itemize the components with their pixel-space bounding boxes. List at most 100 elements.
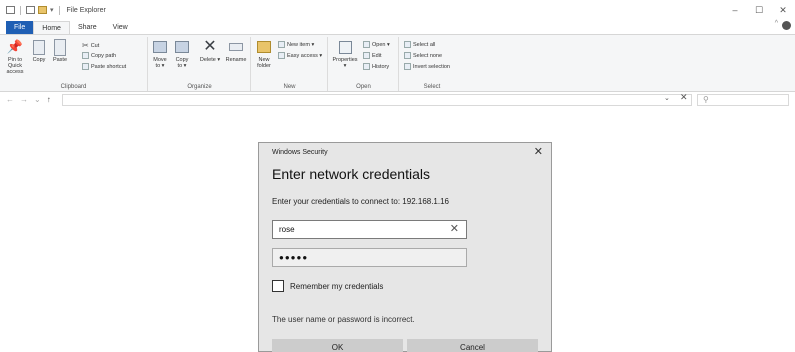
tab-view[interactable]: View xyxy=(105,21,136,34)
delete-x-icon: ✕ xyxy=(203,38,217,55)
properties-quick-icon[interactable] xyxy=(26,6,35,14)
clear-address-icon[interactable]: ✕ xyxy=(680,92,688,103)
select-none-button[interactable]: Select none xyxy=(404,52,442,59)
organize-group-label: Organize xyxy=(187,84,212,90)
new-item-button[interactable]: New item ▾ xyxy=(278,41,314,48)
tab-share[interactable]: Share xyxy=(70,21,105,34)
clear-username-icon[interactable]: ✕ xyxy=(450,222,459,235)
cut-button[interactable]: ✂ Cut xyxy=(82,41,99,50)
divider xyxy=(20,5,21,15)
easy-access-icon xyxy=(278,52,285,59)
password-input[interactable] xyxy=(273,249,466,266)
properties-label: Properties ▾ xyxy=(332,57,358,69)
tab-file[interactable]: File xyxy=(6,21,34,34)
close-window-button[interactable]: ✕ xyxy=(771,0,795,20)
new-folder-button[interactable]: New folder xyxy=(254,39,274,69)
rename-button[interactable]: Rename xyxy=(225,39,247,63)
up-arrow-icon[interactable]: ↑ xyxy=(47,95,51,104)
new-item-label: New item ▾ xyxy=(287,41,315,48)
select-all-label: Select all xyxy=(413,41,436,48)
ribbon: 📌 Pin to Quick access Copy Paste ✂ Cut C… xyxy=(0,34,795,92)
paste-shortcut-icon xyxy=(82,63,89,70)
quick-access-dropdown-icon[interactable]: ▾ xyxy=(50,6,54,14)
invert-selection-button[interactable]: Invert selection xyxy=(404,63,450,70)
history-button[interactable]: History xyxy=(363,63,389,70)
minimize-button[interactable]: – xyxy=(723,0,747,20)
paste-button[interactable]: Paste xyxy=(50,38,70,63)
checkbox-box[interactable] xyxy=(272,280,284,292)
copy-to-icon xyxy=(175,41,189,53)
new-folder-quick-icon[interactable] xyxy=(38,6,47,14)
history-icon xyxy=(363,63,370,70)
move-to-icon xyxy=(153,41,167,53)
rename-label: Rename xyxy=(225,57,247,63)
paste-label: Paste xyxy=(52,57,68,63)
address-row: ← → ⌄ ↑ ⌄ ✕ ⚲ xyxy=(0,92,795,108)
dialog-prompt: Enter your credentials to connect to: 19… xyxy=(272,197,450,206)
tab-home[interactable]: Home xyxy=(33,21,70,34)
invert-selection-label: Invert selection xyxy=(413,63,450,70)
search-box[interactable]: ⚲ xyxy=(697,94,789,106)
select-none-label: Select none xyxy=(413,52,443,59)
open-button[interactable]: Open ▾ xyxy=(363,41,390,48)
select-group: Select all Select none Invert selection … xyxy=(400,37,464,91)
forward-arrow-icon[interactable]: → xyxy=(20,95,28,104)
help-icon[interactable] xyxy=(782,21,791,30)
paste-shortcut-button[interactable]: Paste shortcut xyxy=(82,63,126,70)
copy-path-button[interactable]: Copy path xyxy=(82,52,116,59)
edit-button[interactable]: Edit xyxy=(363,52,381,59)
properties-button[interactable]: Properties ▾ xyxy=(331,39,359,69)
open-group: Properties ▾ Open ▾ Edit History Open xyxy=(329,37,399,91)
ok-button[interactable]: OK xyxy=(272,339,403,352)
rename-icon xyxy=(229,43,243,51)
properties-check-icon xyxy=(338,40,352,54)
divider xyxy=(58,5,60,15)
select-all-button[interactable]: Select all xyxy=(404,41,435,48)
password-field[interactable] xyxy=(272,248,467,267)
easy-access-label: Easy access ▾ xyxy=(287,52,323,59)
clipboard-group-label: Clipboard xyxy=(60,84,87,90)
copy-label: Copy xyxy=(32,57,46,63)
new-group: New folder New item ▾ Easy access ▾ New xyxy=(252,37,328,91)
collapse-ribbon-icon[interactable]: ^ xyxy=(775,20,778,27)
easy-access-button[interactable]: Easy access ▾ xyxy=(278,52,322,59)
organize-group: Move to ▾ Copy to ▾ ✕ Delete ▾ Rename Or… xyxy=(149,37,251,91)
dialog-close-icon[interactable]: ✕ xyxy=(534,145,543,158)
address-dropdown-icon[interactable]: ⌄ xyxy=(664,94,670,102)
clipboard-group: 📌 Pin to Quick access Copy Paste ✂ Cut C… xyxy=(0,37,148,91)
open-icon xyxy=(363,41,370,48)
back-arrow-icon[interactable]: ← xyxy=(6,95,14,104)
pin-to-quick-access-button[interactable]: 📌 Pin to Quick access xyxy=(2,39,28,75)
select-all-icon xyxy=(404,41,411,48)
title-bar: ▾ File Explorer – ☐ ✕ xyxy=(0,0,795,20)
select-group-label: Select xyxy=(423,84,441,90)
cancel-button[interactable]: Cancel xyxy=(407,339,538,352)
copy-to-label: Copy to ▾ xyxy=(175,57,189,69)
window-title: File Explorer xyxy=(66,6,106,14)
maximize-button[interactable]: ☐ xyxy=(747,0,771,20)
open-group-label: Open xyxy=(356,84,371,90)
paste-shortcut-label: Paste shortcut xyxy=(91,63,127,70)
copy-button[interactable]: Copy xyxy=(30,39,48,63)
address-bar[interactable] xyxy=(62,94,692,106)
move-to-button[interactable]: Move to ▾ xyxy=(151,39,169,69)
delete-label: Delete ▾ xyxy=(199,57,221,63)
copy-icon xyxy=(33,39,45,55)
edit-label: Edit xyxy=(372,52,382,59)
edit-icon xyxy=(363,52,370,59)
windows-security-dialog: Windows Security ✕ Enter network credent… xyxy=(258,142,552,352)
username-input[interactable] xyxy=(273,221,466,238)
new-group-label: New xyxy=(283,84,296,90)
copy-to-button[interactable]: Copy to ▾ xyxy=(173,39,191,69)
file-explorer-app-icon[interactable] xyxy=(6,6,15,14)
recent-dropdown-icon[interactable]: ⌄ xyxy=(34,95,41,104)
username-field[interactable]: ✕ xyxy=(272,220,467,239)
error-message: The user name or password is incorrect. xyxy=(272,315,415,324)
delete-button[interactable]: ✕ Delete ▾ xyxy=(199,38,221,64)
cut-label: Cut xyxy=(90,42,100,49)
open-label: Open ▾ xyxy=(372,41,390,48)
pin-icon: 📌 xyxy=(6,39,24,54)
dialog-heading: Enter network credentials xyxy=(272,166,430,182)
remember-credentials-checkbox[interactable]: Remember my credentials xyxy=(272,280,383,292)
move-to-label: Move to ▾ xyxy=(153,57,167,69)
